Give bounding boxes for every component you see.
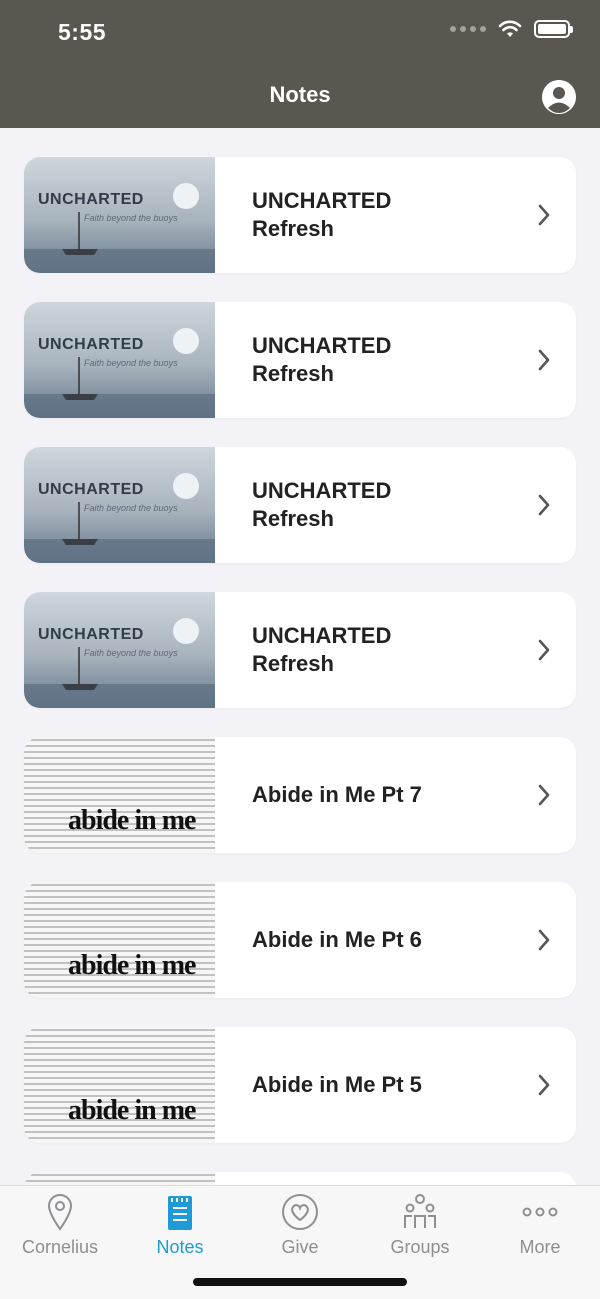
thumb-title: UNCHARTED (38, 626, 144, 643)
tab-label: Cornelius (21, 1237, 99, 1257)
note-thumbnail: UNCHARTED Faith beyond the buoys (24, 157, 215, 273)
note-thumbnail: abide in me (24, 737, 215, 853)
note-item[interactable]: UNCHARTED Faith beyond the buoys UNCHARTED… (24, 302, 576, 418)
uncharted-logo-icon (173, 473, 199, 499)
chevron-right-icon (536, 638, 576, 662)
note-item[interactable] (24, 1172, 576, 1185)
tab-label: Groups (390, 1237, 450, 1257)
note-title: UNCHARTED Refresh (252, 188, 392, 241)
note-title: Abide in Me Pt 5 (252, 1072, 422, 1097)
tab-groups[interactable]: Groups (360, 1192, 480, 1258)
uncharted-logo-icon (173, 618, 199, 644)
note-title: Abide in Me Pt 6 (252, 927, 422, 952)
thumb-subtitle: Faith beyond the buoys (84, 503, 178, 513)
location-pin-icon (0, 1192, 120, 1232)
thumb-title: abide in me (68, 1095, 196, 1126)
battery-icon (534, 20, 573, 38)
tab-more[interactable]: More (480, 1192, 600, 1258)
groups-icon (360, 1192, 480, 1232)
chevron-right-icon (536, 348, 576, 372)
home-indicator (193, 1278, 407, 1286)
thumb-title: abide in me (68, 805, 196, 836)
uncharted-logo-icon (173, 183, 199, 209)
note-thumbnail: UNCHARTED Faith beyond the buoys (24, 447, 215, 563)
chevron-right-icon (536, 1073, 576, 1097)
chevron-right-icon (536, 203, 576, 227)
page-title: Notes (269, 82, 331, 107)
note-item[interactable]: abide in me Abide in Me Pt 7 (24, 737, 576, 853)
note-thumbnail: abide in me (24, 1027, 215, 1143)
chevron-right-icon (536, 928, 576, 952)
note-item[interactable]: UNCHARTED Faith beyond the buoys UNCHARTED… (24, 447, 576, 563)
note-title: UNCHARTED Refresh (252, 623, 392, 676)
thumb-subtitle: Faith beyond the buoys (84, 358, 178, 368)
thumb-subtitle: Faith beyond the buoys (84, 213, 178, 223)
tab-label: Give (281, 1237, 319, 1257)
tab-cornelius[interactable]: Cornelius (0, 1192, 120, 1258)
notepad-icon (120, 1192, 240, 1232)
wifi-icon (498, 20, 522, 37)
tab-give[interactable]: Give (240, 1192, 360, 1258)
note-item[interactable]: UNCHARTED Faith beyond the buoys UNCHARTED… (24, 592, 576, 708)
tab-label: More (519, 1237, 561, 1257)
chevron-right-icon (536, 493, 576, 517)
more-dots-icon (480, 1192, 600, 1232)
uncharted-logo-icon (173, 328, 199, 354)
notes-list[interactable]: UNCHARTED Faith beyond the buoys UNCHARTED… (0, 128, 600, 1185)
chevron-right-icon (536, 783, 576, 807)
note-thumbnail: UNCHARTED Faith beyond the buoys (24, 592, 215, 708)
thumb-title: UNCHARTED (38, 191, 144, 208)
profile-button[interactable] (542, 80, 576, 114)
note-item[interactable]: abide in me Abide in Me Pt 6 (24, 882, 576, 998)
thumb-subtitle: Faith beyond the buoys (84, 648, 178, 658)
tab-notes[interactable]: Notes (120, 1192, 240, 1258)
note-thumbnail: UNCHARTED Faith beyond the buoys (24, 302, 215, 418)
note-thumbnail (24, 1172, 215, 1185)
note-title: UNCHARTED Refresh (252, 478, 392, 531)
thumb-title: UNCHARTED (38, 336, 144, 353)
app-header: 5:55 Notes (0, 0, 600, 128)
tab-label: Notes (156, 1237, 204, 1257)
note-thumbnail: abide in me (24, 882, 215, 998)
heart-icon (240, 1192, 360, 1232)
note-title: UNCHARTED Refresh (252, 333, 392, 386)
note-item[interactable]: abide in me Abide in Me Pt 5 (24, 1027, 576, 1143)
signal-dots-icon (450, 26, 486, 32)
note-title: Abide in Me Pt 7 (252, 782, 422, 807)
note-item[interactable]: UNCHARTED Faith beyond the buoys UNCHARTED… (24, 157, 576, 273)
thumb-title: UNCHARTED (38, 481, 144, 498)
user-avatar-icon (542, 80, 576, 114)
status-indicators (450, 20, 573, 38)
status-time: 5:55 (58, 19, 107, 45)
thumb-title: abide in me (68, 950, 196, 981)
